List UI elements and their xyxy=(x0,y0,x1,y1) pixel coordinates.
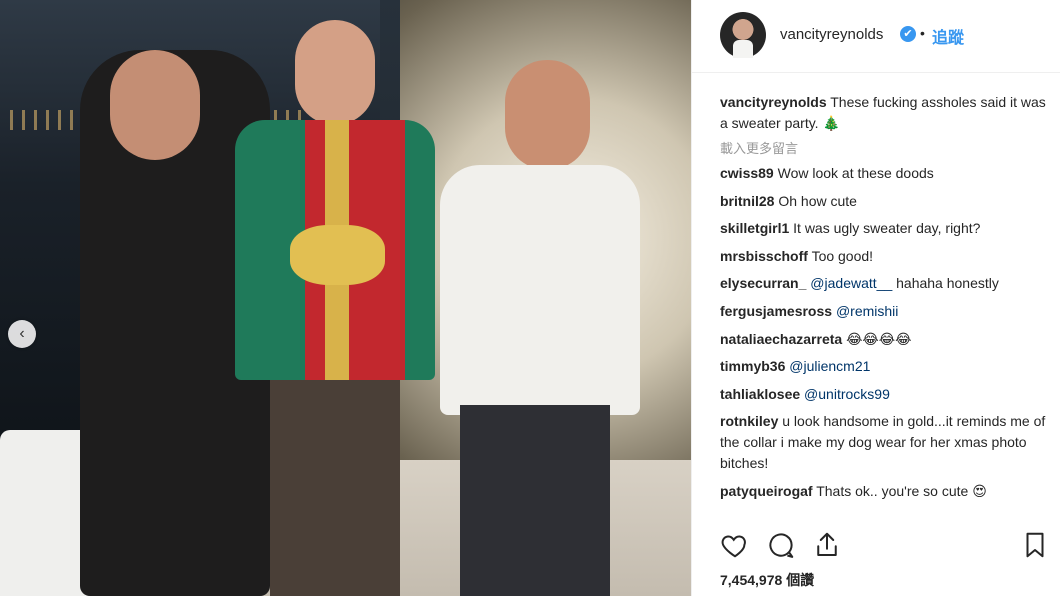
person-left-head xyxy=(110,50,200,160)
comment-username[interactable]: mrsbisschoff xyxy=(720,248,808,264)
comment-item: patyqueirogaf Thats ok.. you're so cute … xyxy=(720,481,1050,502)
comment-mention[interactable]: @jadewatt__ xyxy=(810,275,892,291)
header-username[interactable]: vancityreynolds xyxy=(780,26,883,43)
post-sidebar: vancityreynolds ✔ • 追蹤 vancityreynolds T… xyxy=(691,0,1060,596)
follow-button[interactable]: 追蹤 xyxy=(932,24,964,48)
comment-username[interactable]: nataliaechazarreta xyxy=(720,331,842,347)
comment-username[interactable]: fergusjamesross xyxy=(720,303,832,319)
avatar[interactable] xyxy=(720,12,766,58)
comment-item: fergusjamesross @remishii xyxy=(720,301,1050,322)
comment-item: cwiss89 Wow look at these doods xyxy=(720,163,1050,184)
post-caption: vancityreynolds These fucking assholes s… xyxy=(720,92,1050,134)
person-right-head xyxy=(505,60,590,170)
action-bar xyxy=(720,530,1044,564)
verified-badge-icon: ✔ xyxy=(900,26,916,42)
comment-item: nataliaechazarreta 😂😂😂😂 xyxy=(720,329,1050,350)
white-tshirt xyxy=(440,165,640,415)
comment-text: Too good! xyxy=(811,247,874,264)
comment-text: 😂😂😂😂 xyxy=(846,330,912,347)
post-header: vancityreynolds ✔ • 追蹤 xyxy=(692,0,1060,73)
chevron-left-icon[interactable]: ‹ xyxy=(8,320,36,348)
post-photo: ‹ xyxy=(0,0,691,596)
header-separator: • xyxy=(920,25,925,41)
heart-icon[interactable] xyxy=(720,530,750,560)
comments-list: vancityreynolds These fucking assholes s… xyxy=(720,92,1050,509)
comment-username[interactable]: rotnkiley xyxy=(720,413,778,429)
comment-mention[interactable]: @juliencm21 xyxy=(789,358,870,374)
comment-username[interactable]: patyqueirogaf xyxy=(720,483,813,499)
likes-number: 7,454,978 xyxy=(720,572,783,588)
comment-username[interactable]: timmyb36 xyxy=(720,358,785,374)
comment-username[interactable]: tahliaklosee xyxy=(720,386,800,402)
person-center-head xyxy=(295,20,375,125)
comment-item: skilletgirl1 It was ugly sweater day, ri… xyxy=(720,218,1050,239)
comment-text: Wow look at these doods xyxy=(777,165,934,181)
caption-username[interactable]: vancityreynolds xyxy=(720,94,827,110)
comment-username[interactable]: cwiss89 xyxy=(720,165,774,181)
likes-unit: 個讚 xyxy=(786,572,815,588)
person-center-pants xyxy=(270,380,400,596)
comment-text: hahaha honestly xyxy=(896,275,999,292)
comment-text: It was ugly sweater day, right? xyxy=(793,220,981,237)
comment-mention[interactable]: @unitrocks99 xyxy=(804,386,890,402)
comment-text: Oh how cute xyxy=(778,192,857,209)
likes-count[interactable]: 7,454,978 個讚 xyxy=(720,570,814,590)
share-icon[interactable] xyxy=(812,530,842,560)
comment-icon[interactable] xyxy=(766,530,796,560)
person-center xyxy=(235,20,435,596)
comment-item: mrsbisschoff Too good! xyxy=(720,246,1050,267)
comment-item: timmyb36 @juliencm21 xyxy=(720,356,1050,377)
comment-item: rotnkiley u look handsome in gold...it r… xyxy=(720,411,1050,474)
bookmark-icon[interactable] xyxy=(1020,530,1050,560)
comment-mention[interactable]: @remishii xyxy=(836,303,898,319)
comment-text: Thats ok.. you're so cute 😍 xyxy=(816,482,987,499)
comment-username[interactable]: britnil28 xyxy=(720,193,774,209)
gift-bow xyxy=(290,225,385,285)
comment-item: elysecurran_ @jadewatt__ hahaha honestly xyxy=(720,273,1050,294)
comment-username[interactable]: elysecurran_ xyxy=(720,275,806,291)
load-more-comments-button[interactable]: 載入更多留言 xyxy=(720,138,1050,157)
comment-item: tahliaklosee @unitrocks99 xyxy=(720,384,1050,405)
comment-item: britnil28 Oh how cute xyxy=(720,191,1050,212)
person-right-pants xyxy=(460,405,610,596)
comment-username[interactable]: skilletgirl1 xyxy=(720,220,789,236)
person-right xyxy=(440,60,640,596)
